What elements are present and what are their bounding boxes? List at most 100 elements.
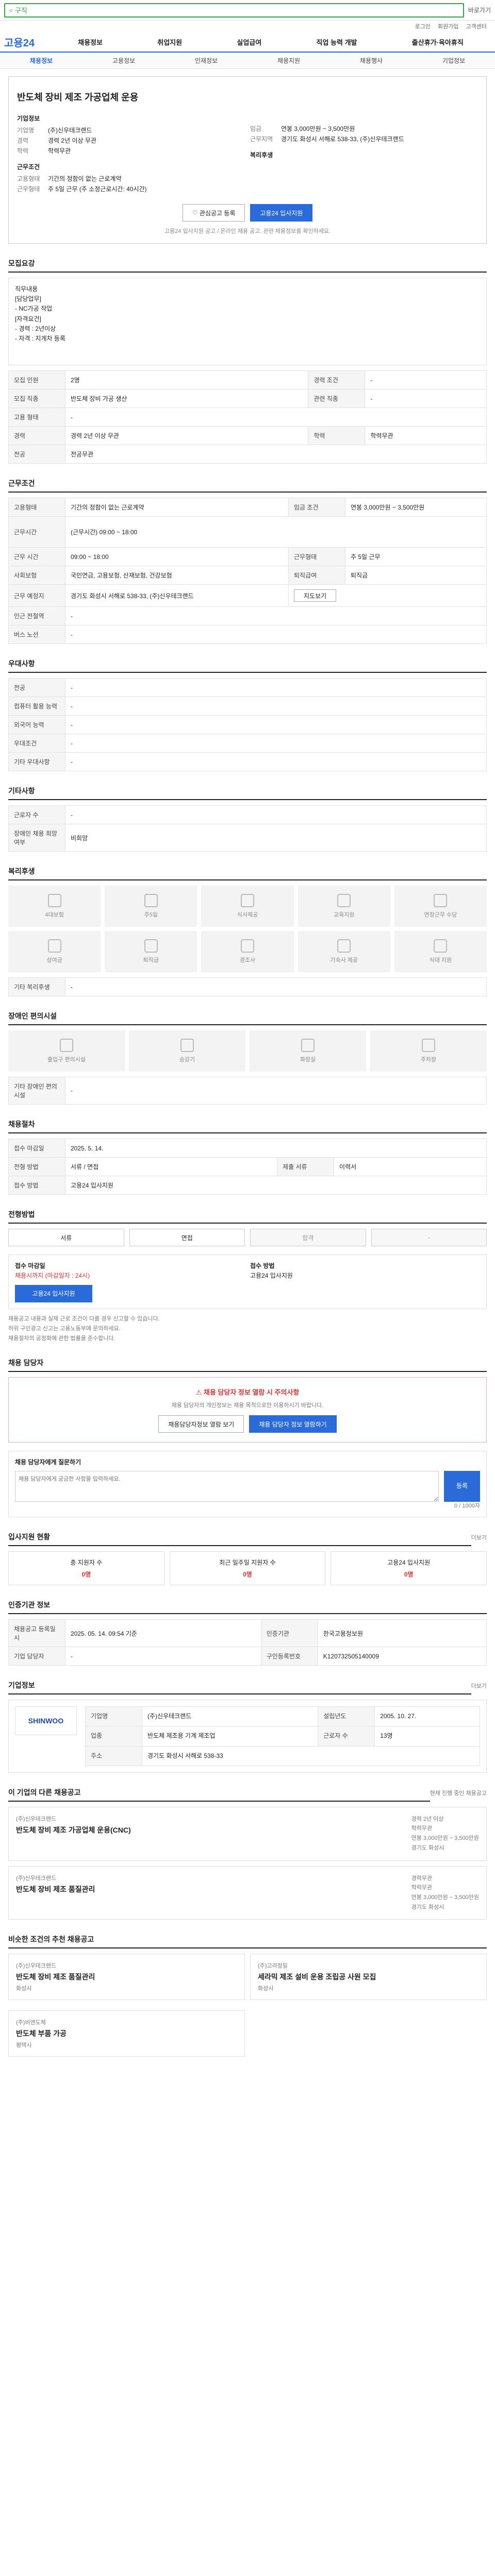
step-item: 합격 — [250, 1229, 366, 1246]
welfare-item: 교육지원 — [298, 886, 390, 927]
search-icon: ⌕ — [9, 6, 15, 14]
apply-note: 고용24 입사지원 공고 / 온라인 채용 공고. 관련 채용정보를 확인하세요… — [164, 228, 331, 234]
recommend-item[interactable]: (주)신우테크랜드 반도체 장비 제조 품질관리 화성시 — [8, 1954, 245, 2001]
section-title-conditions: 근무조건 — [8, 478, 487, 493]
apply-button[interactable]: 고용24 입사지원 — [250, 204, 313, 222]
step-item: 서류 — [8, 1229, 124, 1246]
welfare-item: 상여금 — [8, 931, 101, 972]
company-label: 기업정보 — [17, 115, 40, 122]
site-logo[interactable]: 고용24 — [4, 35, 51, 49]
subnav-employment-info[interactable]: 고용정보 — [82, 56, 165, 65]
welfare-item: 주5일 — [105, 886, 197, 927]
section-title-welfare: 복리후생 — [8, 866, 487, 880]
nav-unemployment[interactable]: 실업급여 — [237, 37, 261, 47]
recommend-item[interactable]: (주)비엔도체 반도체 부품 가공 평택시 — [8, 2010, 245, 2057]
company-name[interactable]: (주)신우테크랜드 — [48, 126, 92, 134]
process-steps: 서류 면접 합격 - — [8, 1229, 487, 1246]
apply-button-2[interactable]: 고용24 입사지원 — [15, 1285, 92, 1303]
nav-employment-support[interactable]: 취업지원 — [157, 37, 182, 47]
meta-table: 채용공고 등록일시 2025. 05. 14. 09:54 기준 인증기관 한국고용정… — [8, 1619, 487, 1666]
entrance-icon — [60, 1039, 73, 1052]
restroom-icon — [301, 1039, 315, 1052]
conditions-table: 고용형태 기간의 정함이 없는 근로계약 임금 조건 연봉 3,000만원 ~ 3,5… — [8, 498, 487, 644]
welfare-item: 식대 지원 — [394, 931, 487, 972]
recommend-grid: (주)신우테크랜드 반도체 장비 제조 품질관리 화성시 (주)고려정밀 세라믹 제조… — [8, 1954, 487, 2062]
company-box: SHINWOO 기업명 (주)신우테크랜드 설립년도 2005. 10. 27. 업종… — [8, 1700, 487, 1773]
section-title-meta: 인증기관 정보 — [8, 1600, 487, 1615]
recommend-item[interactable]: (주)고려정밀 세라믹 제조 설비 운용 조립공 사원 모집 화성시 — [250, 1954, 487, 2001]
section-title-steps: 전형방법 — [8, 1209, 487, 1224]
step-item: 면접 — [129, 1229, 245, 1246]
deadline-value: 채용시까지 (마감일자 : 24시) — [15, 1272, 90, 1280]
section-title-others: 이 기업의 다른 채용공고 — [8, 1787, 430, 1802]
section-title-prefer: 우대사항 — [8, 658, 487, 673]
subnav-support[interactable]: 채용지원 — [248, 56, 330, 65]
section-title-recruit: 모집요강 — [8, 258, 487, 273]
process-table: 접수 마감일 2025. 5. 14. 전형 방법 서류 / 면접 제출 서류 이력서 … — [8, 1139, 487, 1195]
section-title-other: 기타사항 — [8, 786, 487, 800]
stat-item: 총 지원자 수 0명 — [8, 1551, 164, 1586]
welfare-item: 기숙사 제공 — [298, 931, 390, 972]
nav-jobs[interactable]: 채용정보 — [78, 37, 103, 47]
apply-block: 접수 마감일 채용시까지 (마감일자 : 24시) 고용24 입사지원 접수 방… — [8, 1255, 487, 1310]
sub-nav: 채용정보 고용정보 인재정보 채용지원 채용행사 기업정보 — [0, 53, 495, 69]
section-title-process: 채용절차 — [8, 1119, 487, 1133]
main-nav: 고용24 채용정보 취업지원 실업급여 직업 능력 개발 출산휴가·육아휴직 — [0, 32, 495, 53]
bonus-icon — [47, 939, 61, 953]
company-logo: SHINWOO — [15, 1706, 77, 1736]
view-contact-button[interactable]: 채용담당자정보 열람 보기 — [158, 1415, 244, 1433]
top-search-bar: ⌕ 구직 바로가기 — [0, 0, 495, 21]
nav-training[interactable]: 직업 능력 개발 — [317, 37, 357, 47]
signup-link[interactable]: 회원가입 — [438, 22, 458, 30]
help-link[interactable]: 고객센터 — [466, 22, 487, 30]
disability-item: 화장실 — [250, 1030, 366, 1072]
meal-icon — [240, 894, 254, 907]
section-title-contact: 채용 담당자 — [8, 1358, 487, 1372]
subnav-talent[interactable]: 인재정보 — [165, 56, 248, 65]
retirement-icon — [144, 939, 158, 953]
disability-grid: 출입구 편의시설 승강기 화장실 주차장 — [8, 1030, 487, 1072]
heart-icon: ♡ — [192, 209, 200, 216]
map-button[interactable]: 지도보기 — [294, 589, 337, 602]
insurance-icon — [47, 894, 61, 907]
section-title-recommend: 비슷한 조건의 추천 채용공고 — [8, 1934, 487, 1949]
subnav-events[interactable]: 채용행사 — [330, 56, 412, 65]
search-input[interactable]: ⌕ 구직 — [4, 3, 464, 18]
food-allowance-icon — [434, 939, 448, 953]
section-title-stats: 입사지원 현황 — [8, 1532, 471, 1547]
question-box: 채용 담당자에게 질문하기 등록 0 / 1000자 — [8, 1451, 487, 1518]
other-job-item[interactable]: (주)신우테크랜드 반도체 장비 제조 가공업체 운용(CNC) 경력 2년 이… — [8, 1806, 487, 1861]
subnav-company[interactable]: 기업정보 — [412, 56, 495, 65]
question-submit-button[interactable]: 등록 — [444, 1470, 480, 1502]
stats-more-link[interactable]: 더보기 — [471, 1533, 487, 1541]
job-title: 반도체 장비 제조 가공업체 운용 — [17, 92, 139, 103]
contact-alert: ⚠ 채용 담당자 정보 열람 시 주의사항 채용 담당자의 개인정보는 채용 목… — [8, 1377, 487, 1443]
welfare-item: 퇴직금 — [105, 931, 197, 972]
nav-leave[interactable]: 출산휴가·육아휴직 — [412, 37, 464, 47]
welfare-item: 연장근무 수당 — [394, 886, 487, 927]
step-item: - — [371, 1229, 487, 1246]
gift-icon — [240, 939, 254, 953]
education-icon — [337, 894, 351, 907]
save-job-button[interactable]: ♡ 관심공고 등록 — [182, 204, 245, 222]
parking-icon — [422, 1039, 435, 1052]
welfare-grid: 4대보험 주5일 식사제공 교육지원 연장근무 수당 상여금 퇴직금 경조사 기… — [8, 886, 487, 972]
disability-other: 기타 장애인 편의시설 - — [8, 1077, 487, 1105]
overtime-icon — [434, 894, 448, 907]
open-contact-button[interactable]: 채용 담당자 정보 열람하기 — [249, 1415, 337, 1433]
shortcut-link[interactable]: 바로가기 — [468, 6, 491, 14]
welfare-item: 4대보험 — [8, 886, 101, 927]
company-more-link[interactable]: 더보기 — [471, 1682, 487, 1690]
welfare-other: 기타 복리후생 - — [8, 977, 487, 996]
question-input[interactable] — [15, 1470, 439, 1502]
login-link[interactable]: 로그인 — [415, 22, 431, 30]
job-summary-card: 반도체 장비 제조 가공업체 운용 기업정보 기업명 (주)신우테크랜드 경력 경력… — [8, 76, 487, 244]
job-description: 직무내용 [담당업무] - NC가공 작업 [자격요건] - 경력 : 2년이상 - 자격… — [8, 278, 487, 365]
welfare-item: 식사제공 — [201, 886, 294, 927]
stat-item: 고용24 입사지원 0명 — [331, 1551, 487, 1586]
elevator-icon — [180, 1039, 194, 1052]
other-table: 근로자 수- 장애인 채용 희망 여부 비희망 — [8, 805, 487, 852]
other-job-item[interactable]: (주)신우테크랜드 반도체 장비 제조 품질관리 경력무관 학력무관 연봉 3,00… — [8, 1866, 487, 1920]
subnav-jobs[interactable]: 채용정보 — [0, 56, 82, 65]
stats-grid: 총 지원자 수 0명 최근 일주일 지원자 수 0명 고용24 입사지원 0명 — [8, 1551, 487, 1586]
